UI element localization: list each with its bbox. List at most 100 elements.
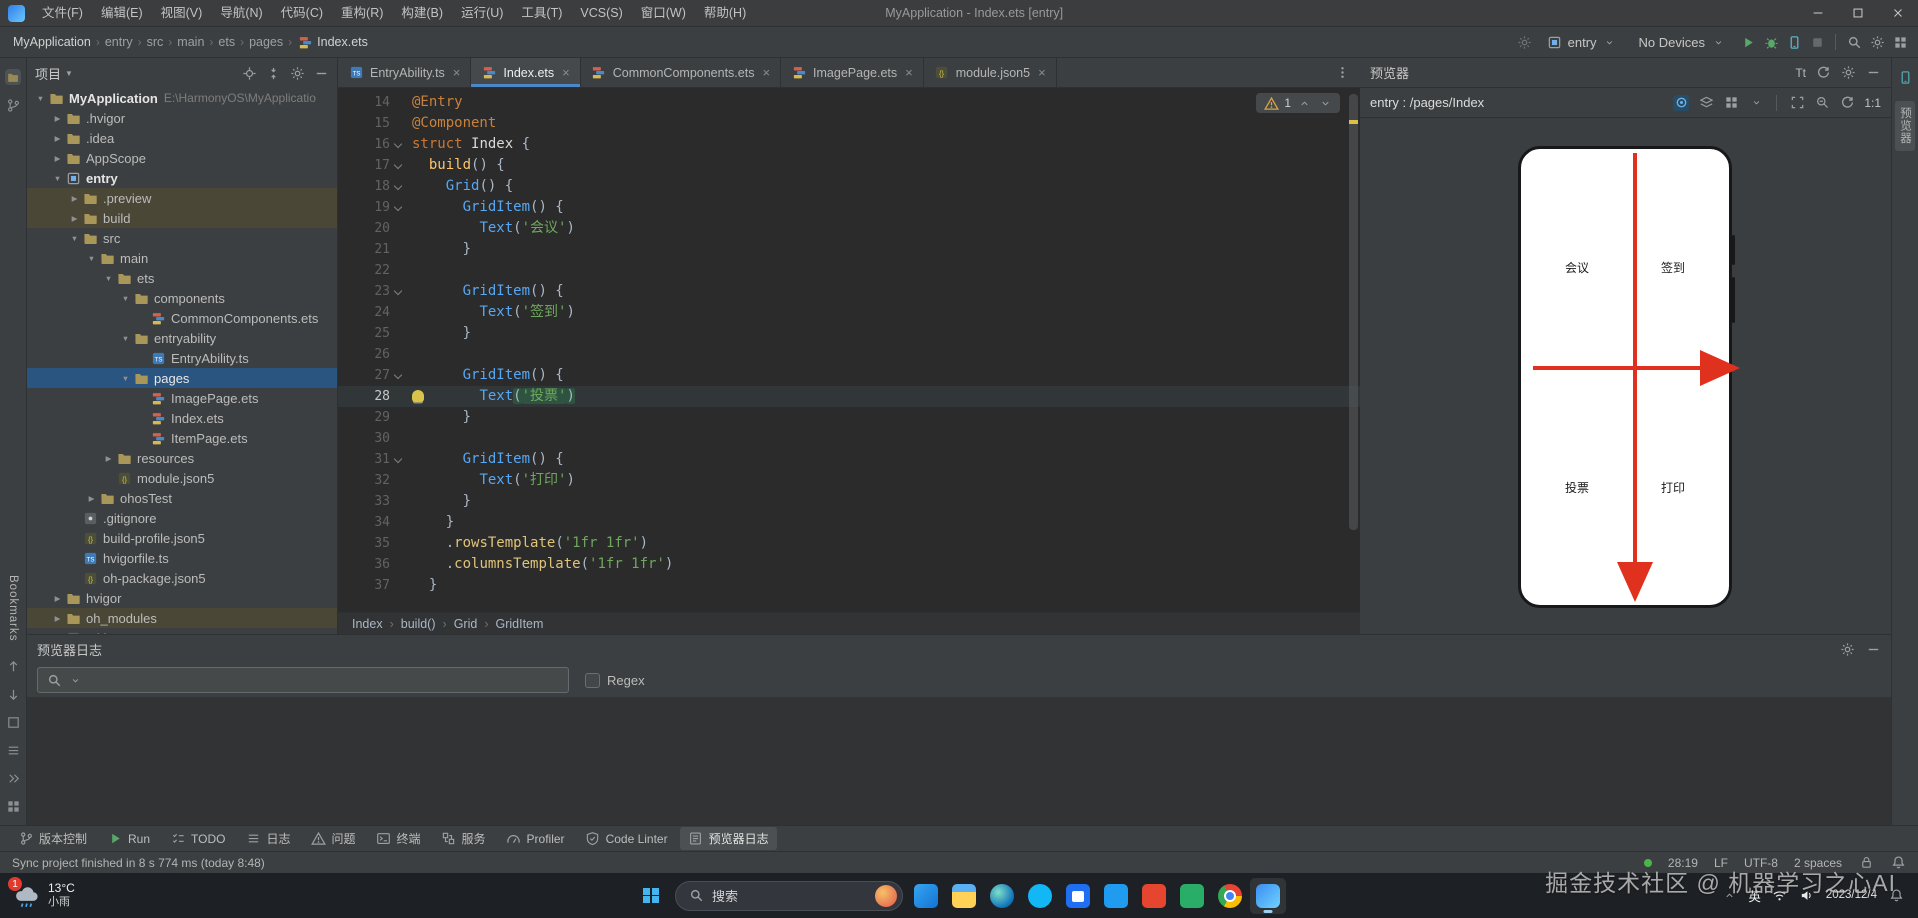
tree-toggle-icon[interactable]: ▼ (33, 94, 48, 103)
locate-file-icon[interactable] (241, 65, 257, 81)
tab-close-icon[interactable]: × (451, 65, 461, 80)
menu-item-10[interactable]: 窗口(W) (632, 0, 695, 26)
tab-close-icon[interactable]: × (1036, 65, 1046, 80)
editor-tab-ImagePage.ets[interactable]: ImagePage.ets × (781, 58, 924, 87)
taskbar-app-widgets[interactable] (908, 878, 944, 914)
taskbar-app-red-book[interactable] (1136, 878, 1172, 914)
tree-item-ohosTest[interactable]: ▶ ohosTest (27, 488, 337, 508)
device-stripe-icon[interactable] (1897, 69, 1913, 85)
stop-button[interactable] (1809, 34, 1825, 50)
breadcrumb-struct[interactable]: Index (352, 617, 383, 631)
tree-toggle-icon[interactable]: ▶ (50, 154, 65, 163)
tree-item-ImagePage.ets[interactable]: ImagePage.ets (27, 388, 337, 408)
font-size-icon[interactable]: Tt (1795, 65, 1806, 81)
taskbar-app-edge[interactable] (984, 878, 1020, 914)
tree-item-.hvigor[interactable]: ▶ .hvigor (27, 108, 337, 128)
tree-item-src[interactable]: ▼ src (27, 228, 337, 248)
tab-close-icon[interactable]: × (560, 65, 570, 80)
scroll-up-icon[interactable] (5, 658, 21, 674)
breadcrumb-item-src[interactable]: src (144, 35, 167, 49)
project-stripe-icon[interactable] (5, 69, 21, 85)
log-settings-icon[interactable] (1839, 641, 1855, 657)
code-line-20[interactable]: 20 Text('会议') (338, 218, 1360, 239)
tree-item-AppScope[interactable]: ▶ AppScope (27, 148, 337, 168)
tree-item-main[interactable]: ▼ main (27, 248, 337, 268)
fold-marker[interactable] (390, 365, 406, 386)
tree-item-components[interactable]: ▼ components (27, 288, 337, 308)
tree-item-build-profile.json5[interactable]: {} build-profile.json5 (27, 528, 337, 548)
taskbar-app-wechat[interactable] (1174, 878, 1210, 914)
toolwindow-button-日志[interactable]: 日志 (237, 827, 298, 850)
editor-tab-CommonComponents.ets[interactable]: CommonComponents.ets × (581, 58, 782, 87)
inspect-icon[interactable] (1673, 94, 1690, 111)
rotate-icon[interactable] (1839, 95, 1855, 111)
tree-item-entryability[interactable]: ▼ entryability (27, 328, 337, 348)
tree-item-hvigorfile.ts[interactable]: TS hvigorfile.ts (27, 548, 337, 568)
maximize-icon[interactable] (1838, 0, 1878, 27)
code-line-34[interactable]: 34 } (338, 512, 1360, 533)
grid-view-icon[interactable] (1723, 95, 1739, 111)
tree-item-resources[interactable]: ▶ resources (27, 448, 337, 468)
fold-marker[interactable] (390, 281, 406, 302)
project-panel-title[interactable]: 项目 ▼ (35, 64, 73, 83)
taskbar-search[interactable]: 搜索 (675, 880, 903, 911)
bookmarks-stripe-tab[interactable]: Bookmarks (7, 575, 19, 642)
layers-icon[interactable] (1698, 95, 1714, 111)
intention-bulb-icon[interactable] (412, 390, 424, 402)
code-line-31[interactable]: 31 GridItem() { (338, 449, 1360, 470)
taskbar-app-file-explorer[interactable] (946, 878, 982, 914)
sync-settings-icon[interactable] (1517, 34, 1533, 50)
commit-stripe-icon[interactable] (5, 97, 21, 113)
menu-item-1[interactable]: 编辑(E) (92, 0, 152, 26)
taskbar-weather[interactable]: 1 13°C 小雨 (0, 873, 89, 918)
previewer-canvas[interactable]: 会议 签到 投票 打印 (1360, 118, 1891, 634)
code-line-24[interactable]: 24 Text('签到') (338, 302, 1360, 323)
code-line-17[interactable]: 17 build() { (338, 155, 1360, 176)
tree-toggle-icon[interactable]: ▶ (67, 194, 82, 203)
tree-item-MyApplication[interactable]: ▼ MyApplication E:\HarmonyOS\MyApplicatio (27, 88, 337, 108)
toolwindow-button-问题[interactable]: 问题 (303, 827, 364, 850)
tree-toggle-icon[interactable]: ▼ (118, 334, 133, 343)
editor-tab-Index.ets[interactable]: Index.ets × (471, 58, 581, 87)
menu-item-8[interactable]: 工具(T) (512, 0, 571, 26)
fold-marker[interactable] (390, 449, 406, 470)
code-line-21[interactable]: 21 } (338, 239, 1360, 260)
soft-wrap-icon[interactable] (5, 714, 21, 730)
refresh-icon[interactable] (1815, 65, 1831, 81)
breadcrumb-item-main[interactable]: main (174, 35, 207, 49)
hide-panel-icon[interactable] (313, 65, 329, 81)
breadcrumb-item-pages[interactable]: pages (246, 35, 286, 49)
code-line-37[interactable]: 37 } (338, 575, 1360, 596)
panel-settings-icon[interactable] (289, 65, 305, 81)
inspection-widget[interactable]: 1 (1256, 93, 1340, 113)
toolwindow-button-TODO[interactable]: TODO (162, 828, 233, 850)
prev-issue-icon[interactable] (1296, 95, 1312, 111)
minimize-icon[interactable] (1798, 0, 1838, 27)
menu-item-9[interactable]: VCS(S) (571, 0, 631, 26)
close-icon[interactable] (1878, 0, 1918, 27)
menu-item-5[interactable]: 重构(R) (332, 0, 392, 26)
menu-item-11[interactable]: 帮助(H) (695, 0, 755, 26)
breadcrumb-grid[interactable]: Grid (454, 617, 478, 631)
code-line-15[interactable]: 15 @Component (338, 113, 1360, 134)
breadcrumb-griditem[interactable]: GridItem (495, 617, 543, 631)
toolwindows-icon[interactable] (5, 798, 21, 814)
code-line-33[interactable]: 33 } (338, 491, 1360, 512)
tree-toggle-icon[interactable]: ▶ (50, 614, 65, 623)
toolwindow-button-服务[interactable]: 服务 (433, 827, 494, 850)
regex-checkbox[interactable] (585, 672, 600, 688)
code-line-19[interactable]: 19 GridItem() { (338, 197, 1360, 218)
tab-close-icon[interactable]: × (760, 65, 770, 80)
zoom-icon[interactable] (1814, 95, 1830, 111)
chevron-down-icon[interactable] (1748, 95, 1764, 111)
tree-toggle-icon[interactable]: ▶ (67, 214, 82, 223)
editor-scrollbar[interactable] (1349, 94, 1358, 530)
tree-item-ItemPage.ets[interactable]: ItemPage.ets (27, 428, 337, 448)
menu-item-7[interactable]: 运行(U) (452, 0, 512, 26)
code-line-30[interactable]: 30 (338, 428, 1360, 449)
code-line-35[interactable]: 35 .rowsTemplate('1fr 1fr') (338, 533, 1360, 554)
editor-tab-EntryAbility.ts[interactable]: TS EntryAbility.ts × (338, 58, 472, 87)
collapse-all-icon[interactable] (265, 65, 281, 81)
taskbar-app-store[interactable] (1060, 878, 1096, 914)
taskbar-app-vscode[interactable] (1098, 878, 1134, 914)
